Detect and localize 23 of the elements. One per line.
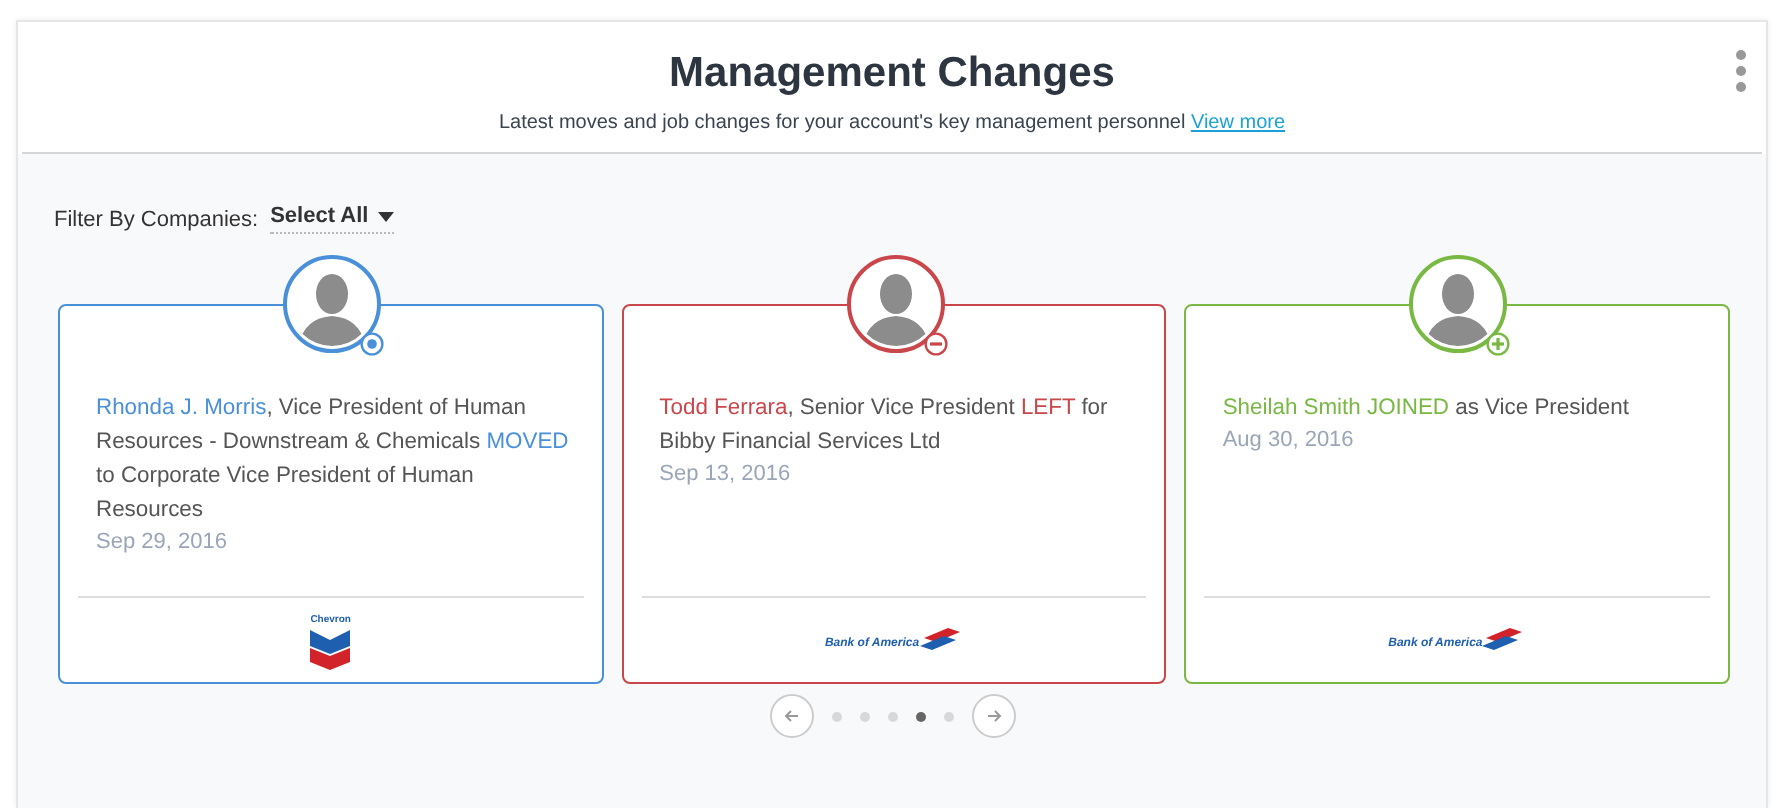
- page-indicator-dot[interactable]: [887, 711, 897, 721]
- change-date: Sep 29, 2016: [96, 530, 229, 554]
- right-arrow-icon: [983, 706, 1003, 726]
- filter-label: Filter By Companies:: [54, 207, 259, 231]
- subtitle-text: Latest moves and job changes for your account's key management personnel: [498, 112, 1188, 134]
- widget-title: Management Changes: [669, 50, 1115, 98]
- status-badge-icon: [360, 332, 384, 356]
- status-badge-icon: [923, 332, 948, 356]
- change-description: Sheilah Smith JOINED as Vice President: [1222, 394, 1631, 424]
- page-indicator-dot[interactable]: [915, 711, 925, 721]
- page-indicator-dot[interactable]: [943, 711, 953, 721]
- status-badge-icon: [1486, 332, 1511, 356]
- change-date: Sep 13, 2016: [659, 462, 793, 486]
- next-button[interactable]: [971, 694, 1015, 738]
- company-filter-dropdown[interactable]: Select All: [270, 204, 395, 234]
- previous-button[interactable]: [769, 694, 813, 738]
- change-date: Aug 30, 2016: [1222, 428, 1356, 452]
- change-description: Rhonda J. Morris, Vice President of Human Resources - Downstream & Chemicals MOVED to Corporate Vice President of Human Resources: [96, 394, 571, 526]
- left-arrow-icon: [781, 706, 801, 726]
- page-indicator-dot[interactable]: [831, 711, 841, 721]
- more-options-icon[interactable]: [1732, 50, 1750, 92]
- change-description: Todd Ferrara, Senior Vice President LEFT for Bibby Financial Services Ltd: [659, 394, 1110, 458]
- page-indicator-dot[interactable]: [859, 711, 869, 721]
